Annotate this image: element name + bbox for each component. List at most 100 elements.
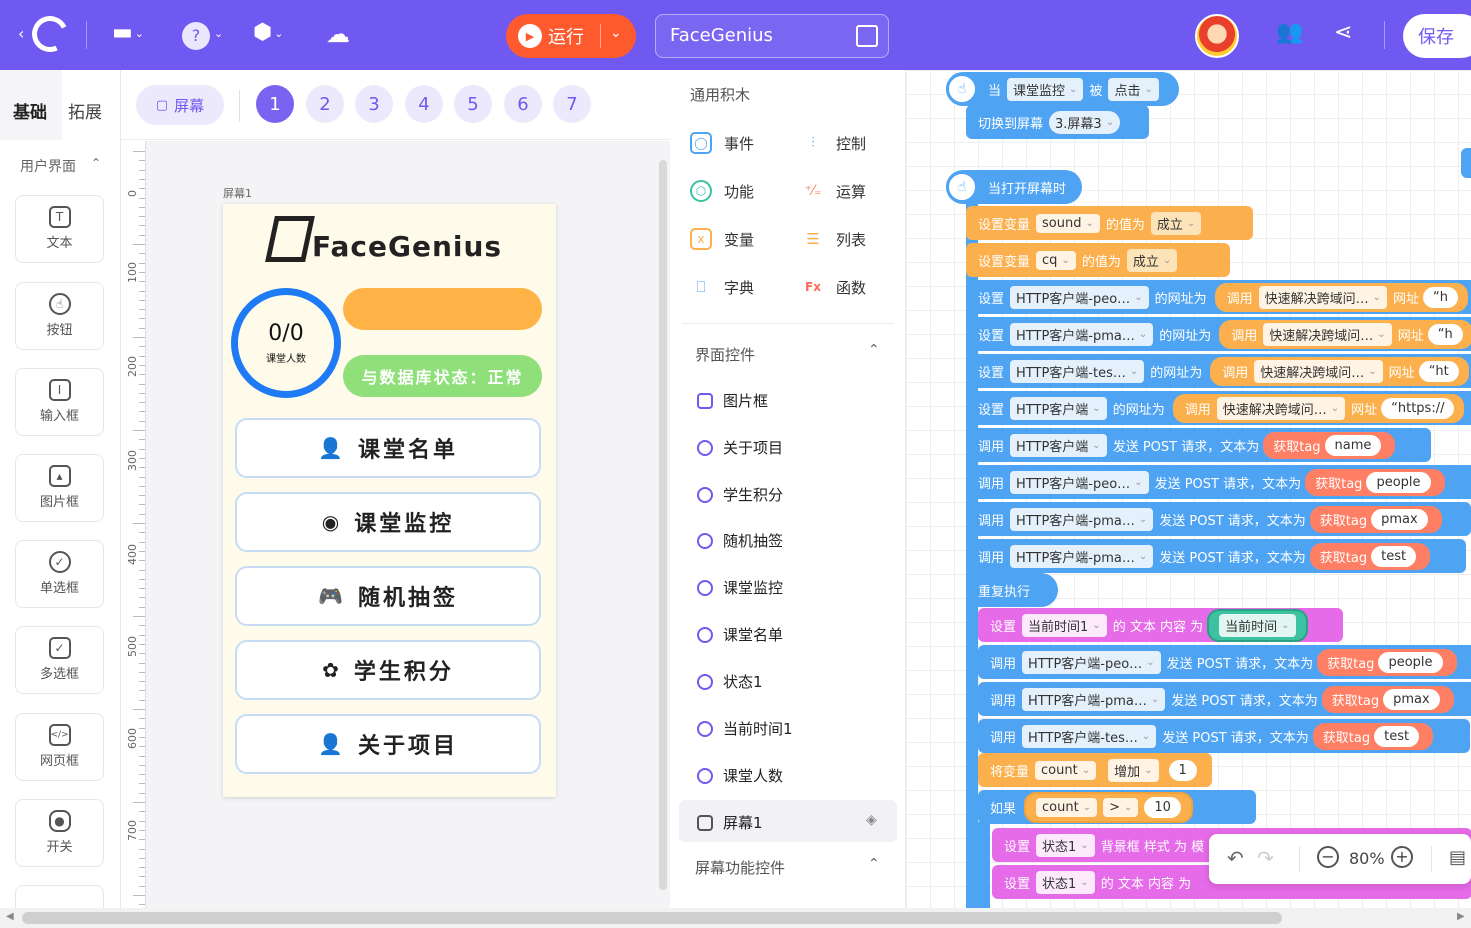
block-string[interactable]: “h [1423,286,1459,308]
block-string[interactable]: pmax [1371,508,1428,530]
block-dropdown[interactable]: 状态1 [1036,870,1095,894]
control-item[interactable]: 课堂人数 [697,765,783,786]
block-dropdown[interactable]: cq [1036,250,1076,270]
block-dropdown[interactable]: count [1035,760,1097,780]
control-item[interactable]: 课堂监控 [697,577,783,598]
control-item[interactable]: 学生积分 [697,484,783,505]
layers-icon[interactable]: ◈ [866,812,877,828]
screen-page-3[interactable]: 3 [355,85,393,123]
block-dropdown[interactable]: count [1036,797,1098,817]
component-more[interactable] [15,885,104,908]
http-post-block[interactable]: 调用 HTTP客户端-tes… 发送 POST 请求，文本为 获取tagtest [978,719,1470,753]
run-button[interactable]: ▶ 运行 ⌄ [506,14,636,58]
help-icon[interactable]: ? [182,22,210,50]
chevron-up-icon[interactable]: ⌃ [868,342,880,358]
block-dropdown[interactable]: 当前时间1 [1022,613,1107,637]
increment-variable-block[interactable]: 将变量 count 增加 1 [978,753,1212,787]
control-item[interactable]: 关于项目 [697,437,783,458]
set-variable-block[interactable]: 设置变量 sound 的值为 成立 [966,206,1253,240]
block-dropdown[interactable]: 快速解决跨域问… [1258,285,1388,309]
count-ring[interactable]: 0/0 课堂人数 [231,288,341,398]
set-http-url-block[interactable]: 设置 HTTP客户端-peo… 的网址为 调用快速解决跨域问… 网址“h [966,280,1471,314]
help-chevron-down-icon[interactable]: ⌄ [214,28,223,39]
layout-icon[interactable]: ▤ [1449,847,1466,868]
http-post-block[interactable]: 调用 HTTP客户端-pma… 发送 POST 请求，文本为 获取tagtest [966,539,1466,573]
component-checkbox[interactable]: ✓ 多选框 [15,626,104,694]
category-function-def[interactable]: Fx 函数 [802,276,866,298]
block-dropdown[interactable]: 点击 [1108,77,1159,101]
switch-screen-block[interactable]: 切换到屏幕 3.屏幕3 [966,105,1149,139]
screen-page-1[interactable]: 1 [256,85,294,123]
share-icon[interactable]: ⋖ [1334,22,1352,44]
block-dropdown[interactable]: HTTP客户端-pma… [1022,687,1166,711]
http-post-block[interactable]: 调用 HTTP客户端-pma… 发送 POST 请求，文本为 获取tagpmax [966,502,1471,536]
canvas-scrollbar[interactable] [659,160,667,890]
block-dropdown[interactable]: HTTP客户端-tes… [1010,359,1145,383]
save-button[interactable]: 保存 [1403,14,1471,58]
set-variable-block[interactable]: 设置变量 cq 的值为 成立 [966,243,1230,277]
block-dropdown[interactable]: HTTP客户端-pma… [1010,322,1154,346]
block-dropdown[interactable]: 快速解决跨域问… [1254,359,1383,383]
block-string[interactable]: name [1324,434,1382,456]
zoom-in-icon[interactable]: + [1391,846,1413,868]
block-dropdown[interactable]: 快速解决跨域问… [1216,396,1346,420]
folder-icon[interactable]: ▬ ⌄ [112,22,144,44]
users-icon[interactable]: 👥 [1276,22,1303,44]
block-dropdown[interactable]: 增加 [1108,758,1159,782]
run-dropdown-chevron-icon[interactable]: ⌄ [610,25,622,41]
phone-screen[interactable]: FaceGenius 0/0 课堂人数 与数据库状态：正常 👤 课堂名单 ◉ 课堂监… [223,204,556,797]
screen-page-6[interactable]: 6 [504,85,542,123]
set-http-url-block[interactable]: 设置 HTTP客户端-pma… 的网址为 调用快速解决跨域问… 网址“h [966,317,1471,351]
category-list[interactable]: ☰ 列表 [802,228,866,250]
http-post-block[interactable]: 调用 HTTP客户端-pma… 发送 POST 请求，文本为 获取tagpmax [978,682,1471,716]
random-draw-button[interactable]: 🎮 随机抽签 [235,566,541,626]
component-image[interactable]: ▴ 图片框 [15,454,104,522]
scroll-right-icon[interactable]: ▶ [1457,911,1465,922]
component-radio[interactable]: ✓ 单选框 [15,540,104,608]
cloud-icon[interactable]: ☁ [326,22,350,46]
category-event[interactable]: ◯ 事件 [690,132,754,154]
control-item[interactable]: 图片框 [697,390,768,411]
tab-extend[interactable]: 拓展 [68,98,102,123]
category-control[interactable]: ⫶ 控制 [802,132,866,154]
back-chevron-icon[interactable]: ‹ [18,26,24,42]
horizontal-scrollbar[interactable]: ◀ ▶ [0,908,1471,928]
scroll-left-icon[interactable]: ◀ [6,911,14,922]
screen-page-2[interactable]: 2 [306,85,344,123]
component-button[interactable]: ☝ 按钮 [15,282,104,350]
block-dropdown[interactable]: 成立 [1150,211,1202,235]
screen-page-5[interactable]: 5 [454,85,492,123]
section-ui-title[interactable]: 用户界面 [20,156,76,176]
block-dropdown[interactable]: HTTP客户端 [1010,396,1107,420]
screen-page-4[interactable]: 4 [405,85,443,123]
block-dropdown[interactable]: 快速解决跨域问… [1263,322,1392,346]
block-dropdown[interactable]: sound [1036,213,1100,233]
repeat-forever-block[interactable]: 重复执行 [966,573,1058,607]
block-dropdown[interactable]: > [1103,797,1139,817]
chevron-up-icon[interactable]: ⌃ [91,156,101,170]
component-webview[interactable]: </> 网页框 [15,713,104,781]
current-time-pill[interactable] [343,288,542,330]
ui-controls-title[interactable]: 界面控件 [695,344,755,365]
block-dropdown[interactable]: HTTP客户端-pma… [1010,507,1154,531]
event-click-block[interactable]: 当 课堂监控 被 点击 [946,72,1179,106]
http-post-block[interactable]: 调用 HTTP客户端-peo… 发送 POST 请求，文本为 获取tagpeop… [966,465,1471,499]
category-dict[interactable]: ⎕ 字典 [690,276,754,298]
block-workspace[interactable]: 当 课堂监控 被 点击 ☝ 切换到屏幕 3.屏幕3 当打开屏幕时 ☝ 设置变量 … [906,70,1471,908]
control-item[interactable]: 当前时间1 [697,718,793,739]
zoom-out-icon[interactable]: − [1317,846,1339,868]
set-http-url-block[interactable]: 设置 HTTP客户端-tes… 的网址为 调用快速解决跨域问… 网址“ht [966,354,1471,388]
http-post-block[interactable]: 调用 HTTP客户端-peo… 发送 POST 请求，文本为 获取tagpeop… [978,645,1471,679]
block-string[interactable]: test [1371,545,1417,567]
block-dropdown[interactable]: 成立 [1126,248,1178,272]
component-switch[interactable]: ● 开关 [15,799,104,867]
block-dropdown[interactable]: HTTP客户端 [1010,433,1107,457]
tab-basic[interactable]: 基础 [13,98,47,123]
edit-icon[interactable] [856,25,878,47]
block-dropdown[interactable]: 状态1 [1036,833,1095,857]
block-string[interactable]: people [1366,471,1431,493]
component-text[interactable]: T 文本 [15,195,104,263]
about-project-button[interactable]: 👤 关于项目 [235,714,541,774]
block-dropdown[interactable]: 课堂监控 [1007,77,1084,101]
control-item-screen1[interactable]: 屏幕1 [697,812,763,833]
